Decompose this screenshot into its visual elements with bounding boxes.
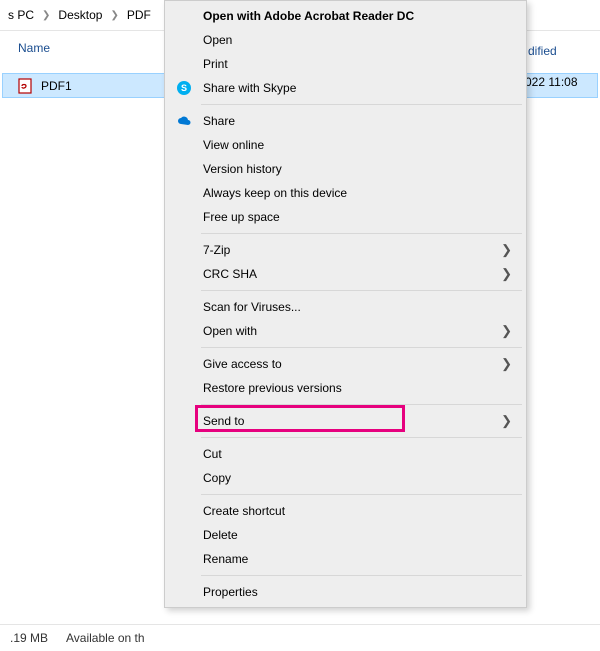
crumb-pdf[interactable]: PDF xyxy=(127,8,151,22)
chevron-right-icon: ❯ xyxy=(501,356,512,372)
menu-restore-previous-versions[interactable]: Restore previous versions xyxy=(167,376,524,400)
menu-cut[interactable]: Cut xyxy=(167,442,524,466)
menu-open-adobe[interactable]: Open with Adobe Acrobat Reader DC xyxy=(167,4,524,28)
menu-delete[interactable]: Delete xyxy=(167,523,524,547)
menu-always-keep[interactable]: Always keep on this device xyxy=(167,181,524,205)
crumb-desktop[interactable]: Desktop xyxy=(58,8,102,22)
menu-properties[interactable]: Properties xyxy=(167,580,524,604)
file-name: PDF1 xyxy=(41,79,72,93)
menu-free-up-space[interactable]: Free up space xyxy=(167,205,524,229)
menu-separator xyxy=(201,347,522,348)
skype-icon: S xyxy=(175,79,193,97)
crumb-pc[interactable]: s PC xyxy=(8,8,34,22)
menu-crc-sha[interactable]: CRC SHA ❯ xyxy=(167,262,524,286)
menu-separator xyxy=(201,233,522,234)
svg-text:S: S xyxy=(181,83,187,93)
menu-version-history[interactable]: Version history xyxy=(167,157,524,181)
cloud-icon xyxy=(175,112,193,130)
chevron-right-icon: ❯ xyxy=(110,10,118,21)
menu-create-shortcut[interactable]: Create shortcut xyxy=(167,499,524,523)
menu-send-to[interactable]: Send to ❯ xyxy=(167,409,524,433)
menu-give-access-to[interactable]: Give access to ❯ xyxy=(167,352,524,376)
column-name[interactable]: Name xyxy=(18,41,128,55)
menu-copy[interactable]: Copy xyxy=(167,466,524,490)
menu-separator xyxy=(201,404,522,405)
status-bar: .19 MB Available on th xyxy=(0,624,600,651)
menu-share[interactable]: Share xyxy=(167,109,524,133)
menu-open-with[interactable]: Open with ❯ xyxy=(167,319,524,343)
column-modified[interactable]: dified xyxy=(528,34,557,68)
file-date-modified: 022 11:08 xyxy=(525,75,578,89)
menu-separator xyxy=(201,494,522,495)
menu-separator xyxy=(201,437,522,438)
menu-print[interactable]: Print xyxy=(167,52,524,76)
chevron-right-icon: ❯ xyxy=(501,242,512,258)
pdf-file-icon xyxy=(17,78,33,94)
chevron-right-icon: ❯ xyxy=(501,266,512,282)
chevron-right-icon: ❯ xyxy=(501,413,512,429)
menu-7zip[interactable]: 7-Zip ❯ xyxy=(167,238,524,262)
menu-rename[interactable]: Rename xyxy=(167,547,524,571)
chevron-right-icon: ❯ xyxy=(501,323,512,339)
menu-separator xyxy=(201,104,522,105)
menu-share-skype[interactable]: S Share with Skype xyxy=(167,76,524,100)
menu-view-online[interactable]: View online xyxy=(167,133,524,157)
status-availability: Available on th xyxy=(66,631,145,645)
menu-scan-viruses[interactable]: Scan for Viruses... xyxy=(167,295,524,319)
chevron-right-icon: ❯ xyxy=(42,10,50,21)
menu-separator xyxy=(201,575,522,576)
menu-open[interactable]: Open xyxy=(167,28,524,52)
menu-separator xyxy=(201,290,522,291)
status-size: .19 MB xyxy=(10,631,48,645)
context-menu: Open with Adobe Acrobat Reader DC Open P… xyxy=(164,0,527,608)
